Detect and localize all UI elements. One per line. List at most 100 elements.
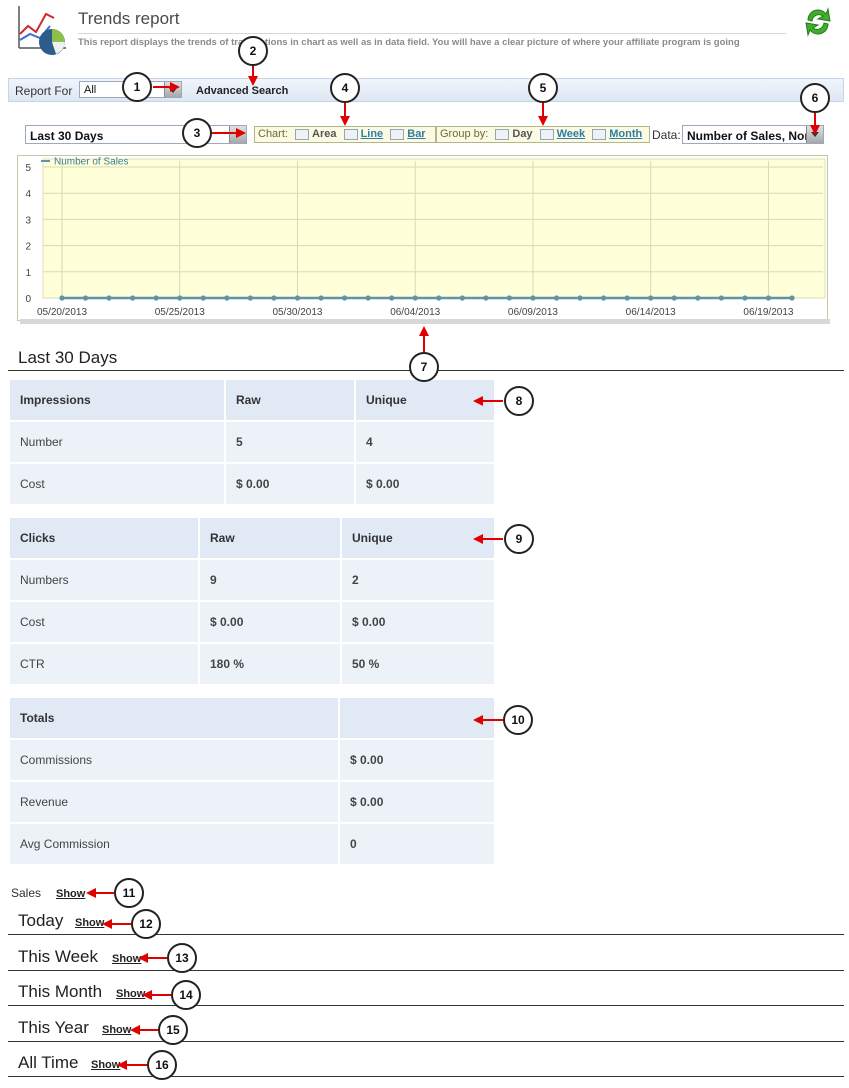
x-tick-label: 05/20/2013 (37, 307, 87, 318)
totals-table: Totals Commissions $ 0.00 Revenue $ 0.00… (10, 698, 496, 866)
table-row: Commissions $ 0.00 (10, 740, 496, 782)
callout-badge: 6 (800, 83, 830, 113)
data-point (577, 295, 583, 301)
group-by-label: Group by: (440, 128, 489, 141)
callout-badge: 9 (504, 524, 534, 554)
sales-show-link[interactable]: Show (56, 888, 85, 900)
sales-label: Sales (11, 886, 42, 900)
section-this-year-show-link[interactable]: Show (102, 1024, 131, 1036)
y-tick-label: 2 (25, 242, 31, 253)
table-row: Avg Commission 0 (10, 824, 496, 866)
x-tick-label: 06/19/2013 (743, 307, 793, 318)
clicks-header: Clicks (10, 518, 200, 560)
raw-value: 9 (200, 560, 342, 602)
group-by-day[interactable]: Day (512, 128, 532, 140)
table-row: Numbers 9 2 (10, 560, 496, 602)
data-point (483, 295, 489, 301)
refresh-icon[interactable] (804, 6, 832, 38)
data-point (224, 295, 230, 301)
callout-badge: 3 (182, 118, 212, 148)
x-tick-label: 05/30/2013 (272, 307, 322, 318)
chart-type-area[interactable]: Area (312, 128, 336, 140)
section-today-show-link[interactable]: Show (75, 917, 104, 929)
table-header-row: Impressions Raw Unique (10, 380, 496, 422)
section-this-week-show-link[interactable]: Show (112, 953, 141, 965)
callout-badge: 2 (238, 36, 268, 66)
data-point (106, 295, 112, 301)
x-tick-label: 06/04/2013 (390, 307, 440, 318)
row-label: Cost (10, 602, 200, 644)
total-value: $ 0.00 (340, 740, 496, 782)
chevron-down-icon[interactable] (164, 82, 181, 97)
page-description: This report displays the trends of trans… (78, 37, 740, 48)
row-label: CTR (10, 644, 200, 686)
data-point (318, 295, 324, 301)
trend-chart: 0 1 2 3 4 5 05/20/2013 05/25/2013 05/30/2013 06/0… (17, 155, 830, 324)
y-tick-label: 0 (25, 294, 31, 305)
data-value: Number of Sales, Non (687, 129, 812, 143)
row-label: Cost (10, 464, 226, 506)
group-by-week[interactable]: Week (557, 128, 586, 140)
unique-value: 2 (342, 560, 496, 602)
data-point (177, 295, 183, 301)
unique-value: $ 0.00 (342, 602, 496, 644)
callout-badge: 7 (409, 352, 439, 382)
callout-badge: 8 (504, 386, 534, 416)
title-divider (78, 33, 786, 34)
group-by-month[interactable]: Month (609, 128, 642, 140)
raw-value: 5 (226, 422, 356, 464)
totals-value-header (340, 698, 496, 740)
section-all-time-show-link[interactable]: Show (91, 1059, 120, 1071)
x-tick-label: 06/14/2013 (626, 307, 676, 318)
chart-type-line[interactable]: Line (361, 128, 384, 140)
data-select[interactable]: Number of Sales, Non (682, 125, 824, 144)
table-row: Number 5 4 (10, 422, 496, 464)
total-value: 0 (340, 824, 496, 866)
data-point (459, 295, 465, 301)
data-point (436, 295, 442, 301)
chevron-down-icon[interactable] (229, 126, 246, 143)
data-point (695, 295, 701, 301)
data-point (130, 295, 136, 301)
table-header-row: Clicks Raw Unique (10, 518, 496, 560)
x-tick-label: 05/25/2013 (155, 307, 205, 318)
data-point (530, 295, 536, 301)
total-value: $ 0.00 (340, 782, 496, 824)
data-point (412, 295, 418, 301)
advanced-search-link[interactable]: Advanced Search (196, 85, 288, 97)
x-tick-label: 06/09/2013 (508, 307, 558, 318)
period-heading: Last 30 Days (18, 348, 118, 367)
totals-header: Totals (10, 698, 340, 740)
section-this-month-show-link[interactable]: Show (116, 988, 145, 1000)
bar-chart-icon (390, 128, 405, 140)
section-divider (8, 1041, 844, 1042)
period-select[interactable]: Last 30 Days (25, 125, 247, 144)
section-all-time-title: All Time (18, 1053, 79, 1072)
section-divider (8, 1005, 844, 1006)
raw-header: Raw (226, 380, 356, 422)
data-point (389, 295, 395, 301)
chart-type-bar[interactable]: Bar (407, 128, 425, 140)
unique-value: 50 % (342, 644, 496, 686)
data-point (59, 295, 65, 301)
data-point (789, 295, 795, 301)
chart-type-label: Chart: (258, 128, 288, 141)
data-label: Data: (652, 128, 681, 142)
unique-header: Unique (342, 518, 496, 560)
chart-shadow (20, 319, 830, 324)
unique-value: $ 0.00 (356, 464, 496, 506)
section-this-year-title: This Year (18, 1018, 89, 1037)
section-this-month-title: This Month (18, 982, 103, 1001)
table-row: Revenue $ 0.00 (10, 782, 496, 824)
row-label: Commissions (10, 740, 340, 782)
callout-badge: 16 (147, 1050, 177, 1080)
chevron-down-icon[interactable] (806, 126, 823, 143)
impressions-header: Impressions (10, 380, 226, 422)
section-divider (8, 934, 844, 935)
callout-badge: 1 (122, 72, 152, 102)
data-point (601, 295, 607, 301)
unique-header: Unique (356, 380, 496, 422)
report-for-value: All (84, 84, 97, 96)
month-icon (592, 128, 607, 140)
raw-value: 180 % (200, 644, 342, 686)
